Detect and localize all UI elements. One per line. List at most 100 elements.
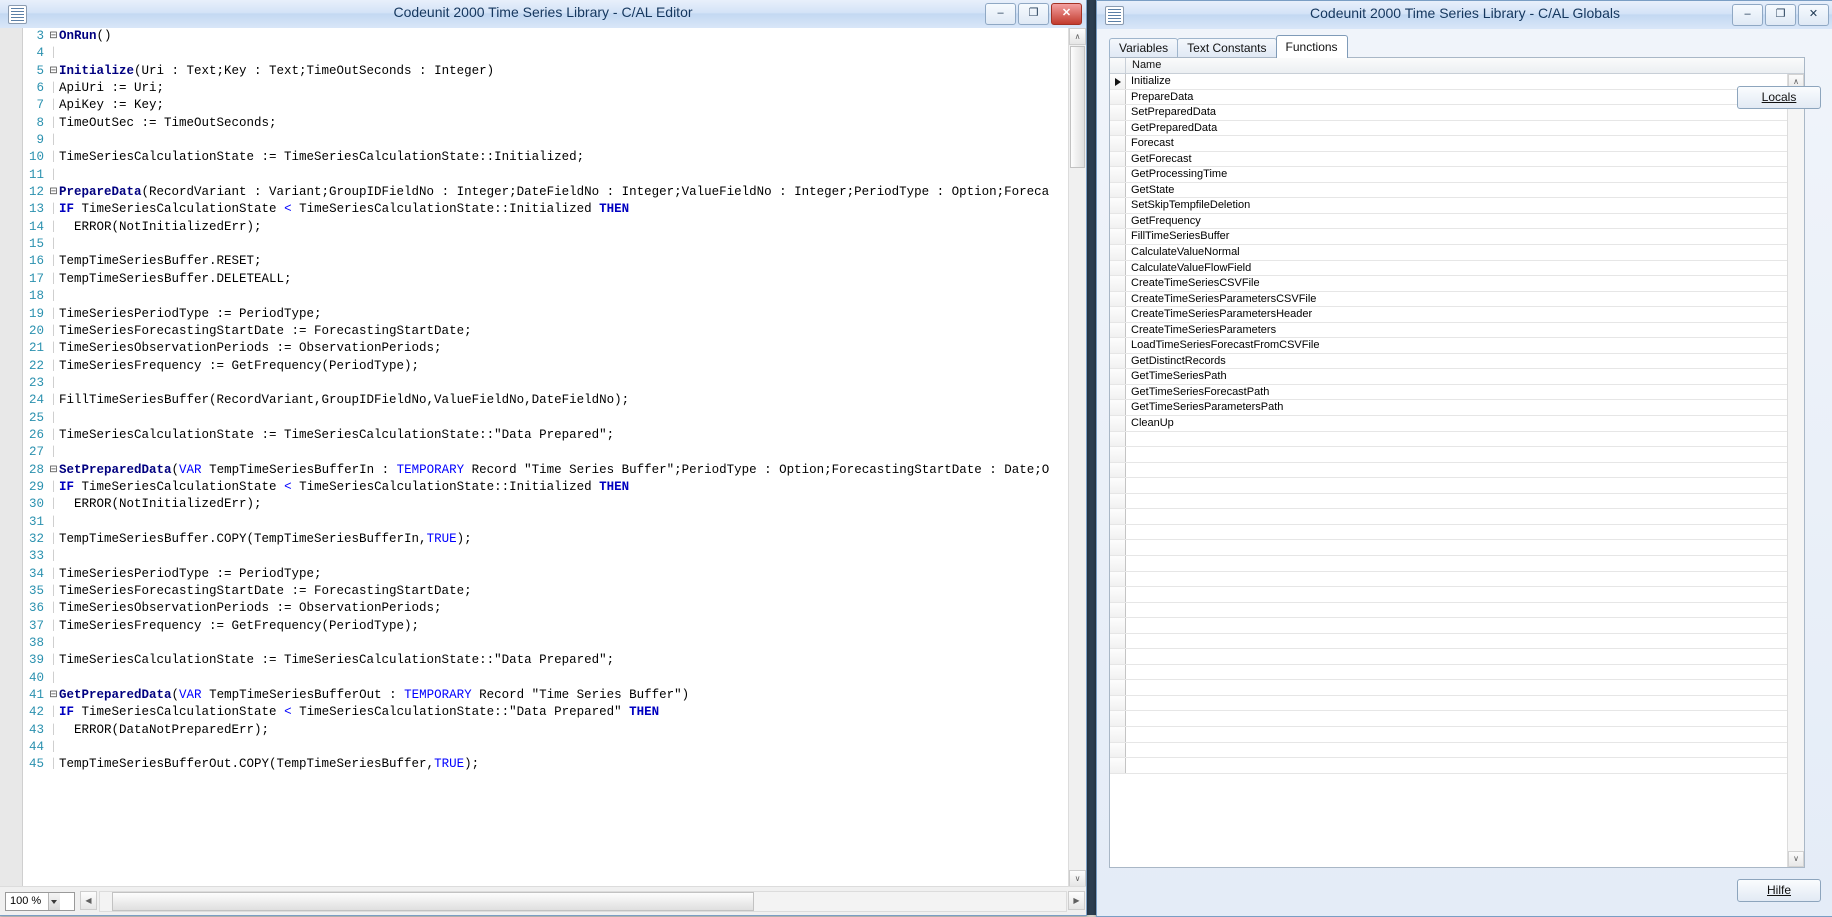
code-line[interactable]: 12 ⊟PrepareData(RecordVariant : Variant;G…: [0, 184, 1069, 201]
zoom-level-select[interactable]: 100 %: [5, 891, 75, 911]
table-row[interactable]: Forecast: [1110, 136, 1804, 152]
row-selector[interactable]: [1110, 276, 1126, 291]
table-row[interactable]: GetTimeSeriesPath: [1110, 369, 1804, 385]
horizontal-scroll-thumb[interactable]: [112, 892, 754, 911]
code-line[interactable]: 41 ⊟GetPreparedData(VAR TempTimeSeriesBuf…: [0, 687, 1069, 704]
row-selector[interactable]: [1110, 695, 1126, 711]
table-row-empty[interactable]: [1110, 478, 1804, 494]
close-button[interactable]: ✕: [1798, 4, 1829, 26]
row-selector[interactable]: [1110, 338, 1126, 353]
row-selector[interactable]: [1110, 447, 1126, 462]
table-row[interactable]: GetForecast: [1110, 151, 1804, 168]
table-row-empty[interactable]: [1110, 726, 1804, 743]
grid-scroll-down-arrow-icon[interactable]: ∨: [1788, 851, 1804, 867]
code-line[interactable]: 27 │: [0, 444, 1069, 461]
row-selector[interactable]: [1110, 369, 1126, 384]
row-selector[interactable]: [1110, 493, 1126, 509]
code-line[interactable]: 37 │ TimeSeriesFrequency := GetFrequency(P…: [0, 618, 1069, 635]
table-row[interactable]: SetSkipTempfileDeletion: [1110, 198, 1804, 214]
code-line[interactable]: 40 │: [0, 670, 1069, 687]
row-selector[interactable]: [1110, 587, 1126, 602]
code-line[interactable]: 26 │ TimeSeriesCalculationState := TimeSer…: [0, 427, 1069, 444]
row-selector[interactable]: [1110, 400, 1126, 416]
scroll-right-arrow-icon[interactable]: ▶: [1068, 891, 1085, 910]
code-line[interactable]: 33 │: [0, 548, 1069, 565]
table-row[interactable]: CalculateValueNormal: [1110, 245, 1804, 261]
code-line[interactable]: 28 ⊟SetPreparedData(VAR TempTimeSeriesBuf…: [0, 462, 1069, 479]
code-line[interactable]: 43 │ ERROR(DataNotPreparedErr);: [0, 722, 1069, 739]
row-selector[interactable]: [1110, 524, 1126, 540]
row-selector[interactable]: [1110, 509, 1126, 524]
row-selector[interactable]: [1110, 555, 1126, 571]
code-line[interactable]: 6 │ ApiUri := Uri;: [0, 80, 1069, 97]
code-line[interactable]: 25 │: [0, 410, 1069, 427]
code-line[interactable]: 5 ⊟Initialize(Uri : Text;Key : Text;TimeO…: [0, 63, 1069, 80]
row-selector[interactable]: [1110, 229, 1126, 245]
table-row-empty[interactable]: [1110, 462, 1804, 479]
code-line[interactable]: 11 │: [0, 167, 1069, 184]
code-line[interactable]: 45 │ TempTimeSeriesBufferOut.COPY(TempTime…: [0, 756, 1069, 773]
table-row-empty[interactable]: [1110, 680, 1804, 696]
table-row-empty[interactable]: [1110, 431, 1804, 448]
row-selector[interactable]: [1110, 105, 1126, 120]
help-button[interactable]: Hilfe: [1737, 879, 1821, 902]
row-selector[interactable]: [1110, 431, 1126, 447]
row-selector[interactable]: [1110, 307, 1126, 322]
row-selector[interactable]: [1110, 291, 1126, 307]
tab-text-constants[interactable]: Text Constants: [1177, 38, 1277, 58]
table-row-empty[interactable]: [1110, 509, 1804, 525]
row-selector[interactable]: [1110, 649, 1126, 664]
table-row-empty[interactable]: [1110, 524, 1804, 541]
row-current-marker-icon[interactable]: [1110, 74, 1126, 89]
tab-variables[interactable]: Variables: [1109, 38, 1179, 58]
table-row[interactable]: GetTimeSeriesForecastPath: [1110, 384, 1804, 401]
table-row-empty[interactable]: [1110, 664, 1804, 681]
row-selector[interactable]: [1110, 245, 1126, 260]
table-row[interactable]: Initialize: [1110, 74, 1804, 90]
code-line[interactable]: 10 │ TimeSeriesCalculationState := TimeSer…: [0, 149, 1069, 166]
grid-rows-region[interactable]: Initialize PrepareData SetPreparedData GetP…: [1110, 74, 1804, 867]
editor-titlebar[interactable]: Codeunit 2000 Time Series Library - C/AL…: [0, 0, 1086, 29]
table-row[interactable]: CreateTimeSeriesParametersCSVFile: [1110, 291, 1804, 308]
table-row[interactable]: FillTimeSeriesBuffer: [1110, 229, 1804, 246]
table-row[interactable]: GetFrequency: [1110, 213, 1804, 230]
row-selector[interactable]: [1110, 664, 1126, 680]
row-selector[interactable]: [1110, 618, 1126, 633]
locals-button[interactable]: Locals: [1737, 86, 1821, 109]
table-row-empty[interactable]: [1110, 618, 1804, 634]
code-line[interactable]: 13 │ IF TimeSeriesCalculationState < TimeS…: [0, 201, 1069, 218]
row-selector[interactable]: [1110, 151, 1126, 167]
tab-functions[interactable]: Functions: [1275, 35, 1348, 58]
code-line[interactable]: 38 │: [0, 635, 1069, 652]
code-line[interactable]: 14 │ ERROR(NotInitializedErr);: [0, 219, 1069, 236]
fold-collapse-icon[interactable]: ⊟: [48, 687, 59, 704]
code-line[interactable]: 44 │: [0, 739, 1069, 756]
code-scroll-region[interactable]: 3 ⊟OnRun() 4 │ 5 ⊟Initialize(Uri : Text;Key :…: [0, 28, 1069, 887]
minimize-button[interactable]: –: [985, 3, 1016, 25]
code-line[interactable]: 39 │ TimeSeriesCalculationState := TimeSer…: [0, 652, 1069, 669]
row-selector[interactable]: [1110, 213, 1126, 229]
code-line[interactable]: 20 │ TimeSeriesForecastingStartDate := For…: [0, 323, 1069, 340]
row-selector[interactable]: [1110, 416, 1126, 431]
row-selector[interactable]: [1110, 633, 1126, 649]
fold-collapse-icon[interactable]: ⊟: [48, 63, 59, 80]
code-line[interactable]: 18 │: [0, 288, 1069, 305]
code-line[interactable]: 15 │: [0, 236, 1069, 253]
chevron-down-icon[interactable]: [48, 892, 60, 910]
code-line[interactable]: 16 │ TempTimeSeriesBuffer.RESET;: [0, 253, 1069, 270]
row-selector[interactable]: [1110, 680, 1126, 695]
code-line[interactable]: 29 │ IF TimeSeriesCalculationState < TimeS…: [0, 479, 1069, 496]
minimize-button[interactable]: –: [1732, 4, 1763, 26]
table-row-empty[interactable]: [1110, 447, 1804, 463]
row-selector[interactable]: [1110, 353, 1126, 369]
table-row[interactable]: CreateTimeSeriesParametersHeader: [1110, 307, 1804, 323]
table-row[interactable]: GetProcessingTime: [1110, 167, 1804, 183]
code-line[interactable]: 9 │: [0, 132, 1069, 149]
row-selector[interactable]: [1110, 478, 1126, 493]
table-row[interactable]: PrepareData: [1110, 89, 1804, 106]
code-line[interactable]: 3 ⊟OnRun(): [0, 28, 1069, 45]
table-row[interactable]: GetDistinctRecords: [1110, 353, 1804, 370]
editor-vertical-scrollbar[interactable]: ∧ ∨: [1068, 28, 1086, 887]
table-row-empty[interactable]: [1110, 695, 1804, 712]
code-line[interactable]: 8 │ TimeOutSec := TimeOutSeconds;: [0, 115, 1069, 132]
